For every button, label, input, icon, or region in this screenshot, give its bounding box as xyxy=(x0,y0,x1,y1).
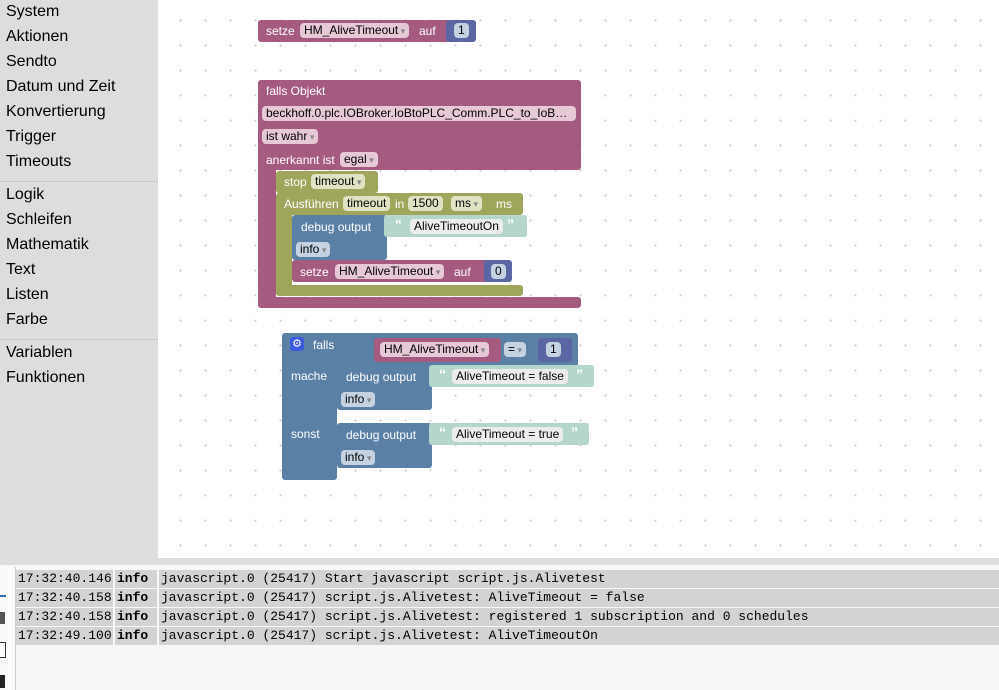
trigger-block-footer xyxy=(258,297,581,308)
log-level-dropdown[interactable]: info xyxy=(296,242,331,257)
category-farbe[interactable]: Farbe xyxy=(6,311,48,329)
close-quote-icon: ” xyxy=(571,424,578,440)
log-level: info xyxy=(115,627,157,645)
log-toolbar xyxy=(0,567,16,690)
log-level: info xyxy=(115,570,157,588)
category-datum-und-zeit[interactable]: Datum und Zeit xyxy=(6,78,115,96)
category-mathematik[interactable]: Mathematik xyxy=(6,236,89,254)
number-field[interactable]: 1 xyxy=(454,23,469,38)
timeout-block-body xyxy=(276,210,292,290)
category-divider xyxy=(0,339,158,340)
pause-icon[interactable] xyxy=(0,675,5,688)
blockly-workspace[interactable]: setze HM_AliveTimeout auf 1 falls Objekt… xyxy=(158,0,999,565)
mache-label: mache xyxy=(291,369,328,383)
in-label: in xyxy=(395,197,405,211)
gear-icon[interactable]: ⚙ xyxy=(290,337,304,351)
debug-output-label: debug output xyxy=(346,428,417,442)
category-trigger[interactable]: Trigger xyxy=(6,128,56,146)
copy-icon[interactable] xyxy=(0,642,6,658)
delay-field[interactable]: 1500 xyxy=(408,196,443,211)
log-row: 17:32:40.158 info javascript.0 (25417) scr… xyxy=(16,608,999,626)
variable-dropdown[interactable]: HM_AliveTimeout xyxy=(380,342,490,357)
log-message: javascript.0 (25417) script.js.Alivetest… xyxy=(159,608,999,626)
category-divider xyxy=(0,181,158,182)
timeout-block-footer xyxy=(276,285,523,296)
ack-label: anerkannt ist xyxy=(266,153,335,167)
ausfuehren-label: Ausführen xyxy=(284,197,339,211)
falls-objekt-label: falls Objekt xyxy=(266,84,326,98)
category-schleifen[interactable]: Schleifen xyxy=(6,211,72,229)
log-time: 17:32:40.158 xyxy=(16,608,113,626)
close-quote-icon: ” xyxy=(507,216,514,232)
setze-label: setze xyxy=(300,265,329,279)
text-field[interactable]: AliveTimeoutOn xyxy=(410,219,503,234)
log-level: info xyxy=(115,608,157,626)
text-field[interactable]: AliveTimeout = true xyxy=(452,427,564,442)
category-text[interactable]: Text xyxy=(6,261,35,279)
auf-label: auf xyxy=(419,24,436,38)
stop-timeout-dropdown[interactable]: timeout xyxy=(311,174,366,189)
scroll-icon[interactable] xyxy=(0,595,6,597)
debug-output-label: debug output xyxy=(346,370,417,384)
log-message: javascript.0 (25417) script.js.Alivetest… xyxy=(159,589,999,607)
auf-label: auf xyxy=(454,265,471,279)
log-row: 17:32:49.100 info javascript.0 (25417) scr… xyxy=(16,627,999,645)
category-konvertierung[interactable]: Konvertierung xyxy=(6,103,106,121)
debug-output-label: debug output xyxy=(301,220,372,234)
log-row: 17:32:40.146 info javascript.0 (25417) Sta… xyxy=(16,570,999,588)
log-level-dropdown[interactable]: info xyxy=(341,450,376,465)
object-id-field[interactable]: beckhoff.0.plc.IOBroker.IoBtoPLC_Comm.PL… xyxy=(262,106,576,121)
category-variablen[interactable]: Variablen xyxy=(6,344,72,362)
log-level-dropdown[interactable]: info xyxy=(341,392,376,407)
category-timeouts[interactable]: Timeouts xyxy=(6,153,71,171)
stop-label: stop xyxy=(284,175,307,189)
category-logik[interactable]: Logik xyxy=(6,186,44,204)
log-time: 17:32:40.158 xyxy=(16,589,113,607)
ack-dropdown[interactable]: egal xyxy=(340,152,378,167)
log-time: 17:32:40.146 xyxy=(16,570,113,588)
category-funktionen[interactable]: Funktionen xyxy=(6,369,85,387)
variable-dropdown[interactable]: HM_AliveTimeout xyxy=(335,264,445,279)
number-field[interactable]: 1 xyxy=(546,342,561,357)
log-time: 17:32:49.100 xyxy=(16,627,113,645)
log-row: 17:32:40.158 info javascript.0 (25417) scr… xyxy=(16,589,999,607)
variable-dropdown[interactable]: HM_AliveTimeout xyxy=(300,23,410,38)
category-system[interactable]: System xyxy=(6,3,59,21)
sonst-label: sonst xyxy=(291,427,320,441)
unit-dropdown[interactable]: ms xyxy=(451,196,483,211)
category-sendto[interactable]: Sendto xyxy=(6,53,57,71)
text-field[interactable]: AliveTimeout = false xyxy=(452,369,568,384)
delete-icon[interactable] xyxy=(0,612,5,624)
log-message: javascript.0 (25417) Start javascript sc… xyxy=(159,570,999,588)
open-quote-icon: “ xyxy=(439,366,446,382)
category-aktionen[interactable]: Aktionen xyxy=(6,28,68,46)
operator-dropdown[interactable]: = xyxy=(504,342,527,357)
trigger-block-body xyxy=(258,165,276,305)
category-listen[interactable]: Listen xyxy=(6,286,49,304)
falls-label: falls xyxy=(313,338,335,352)
timeout-name-field[interactable]: timeout xyxy=(343,196,391,211)
category-sidebar: System Aktionen Sendto Datum und Zeit Konver… xyxy=(0,0,158,565)
open-quote-icon: “ xyxy=(395,216,402,232)
unit-label: ms xyxy=(496,197,512,211)
close-quote-icon: ” xyxy=(576,366,583,382)
open-quote-icon: “ xyxy=(439,424,446,440)
setze-label: setze xyxy=(266,24,295,38)
log-level: info xyxy=(115,589,157,607)
log-message: javascript.0 (25417) script.js.Alivetest… xyxy=(159,627,999,645)
condition-dropdown[interactable]: ist wahr xyxy=(262,129,319,144)
number-field[interactable]: 0 xyxy=(491,264,506,279)
